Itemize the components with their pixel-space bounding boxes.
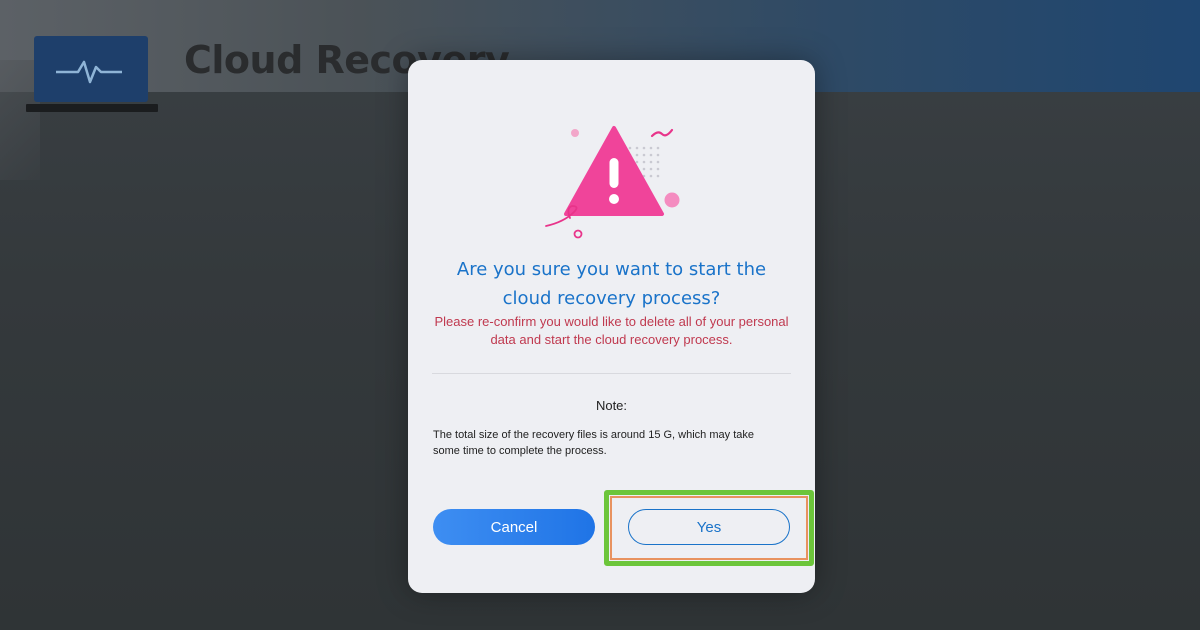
cancel-button[interactable]: Cancel <box>433 509 595 545</box>
note-text-line2: some time to complete the process. <box>433 445 607 457</box>
confirm-dialog: Are you sure you want to start the cloud… <box>408 60 815 593</box>
recovery-screen: Cloud Recovery Are you sure you want to … <box>0 0 1200 630</box>
dialog-heading-line1: Are you sure you want to start the <box>456 259 767 280</box>
dialog-heading: Are you sure you want to start the cloud… <box>428 255 795 313</box>
dialog-warning-line2: data and start the cloud recovery proces… <box>490 332 733 347</box>
note-text: The total size of the recovery files is … <box>433 427 793 459</box>
note-text-line1: The total size of the recovery files is … <box>433 429 754 441</box>
dialog-heading-line2: cloud recovery process? <box>502 288 721 309</box>
note-label: Note: <box>595 398 628 413</box>
warning-triangle-icon <box>544 120 684 240</box>
yes-button[interactable]: Yes <box>628 509 790 545</box>
dialog-warning-text: Please re-confirm you would like to dele… <box>426 313 797 349</box>
dialog-divider <box>432 373 791 374</box>
dialog-warning-line1: Please re-confirm you would like to dele… <box>434 314 789 329</box>
laptop-heartbeat-icon <box>26 34 158 114</box>
